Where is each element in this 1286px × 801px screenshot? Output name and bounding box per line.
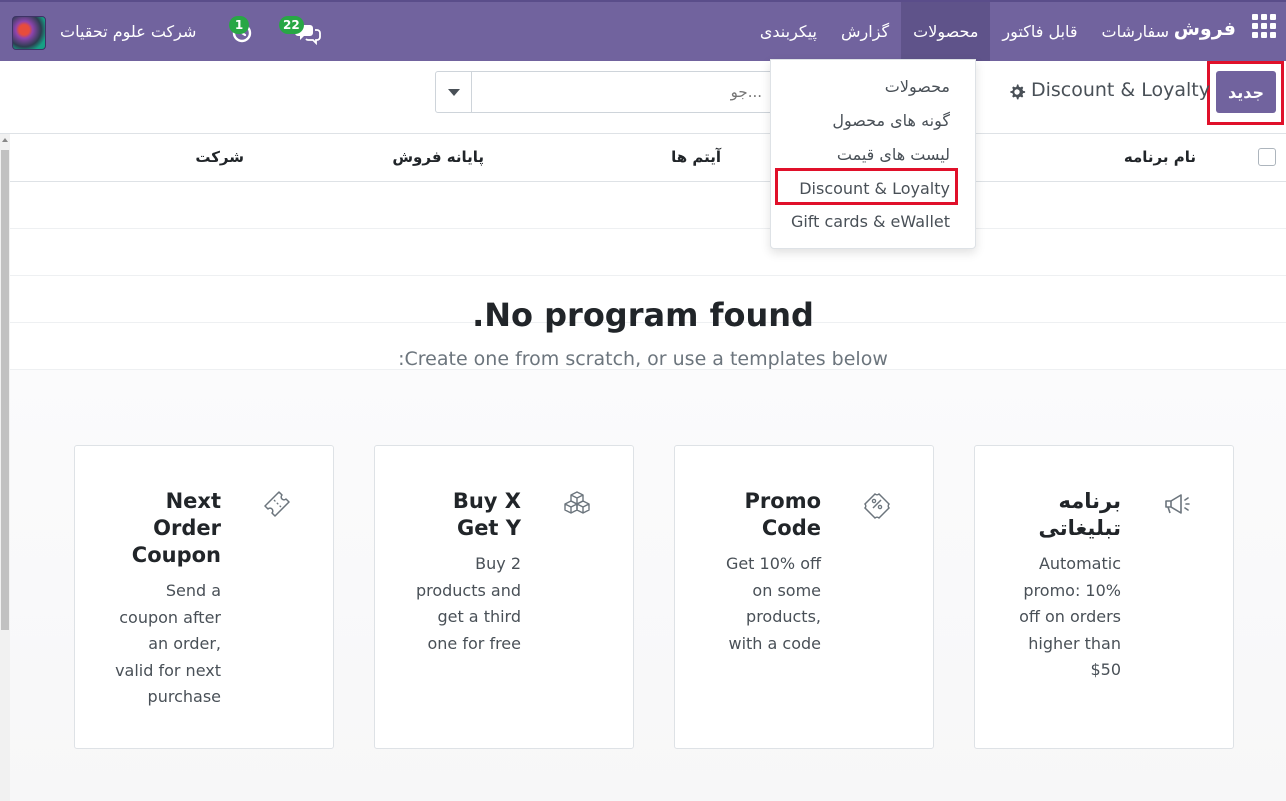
- select-all-checkbox[interactable]: [1258, 148, 1276, 166]
- products-dropdown-menu: محصولات گونه های محصول لیست های قیمت Dis…: [770, 59, 976, 249]
- dropdown-item-pricelists[interactable]: لیست های قیمت: [837, 145, 950, 164]
- app-menu-grid-icon[interactable]: [1252, 14, 1276, 38]
- user-avatar[interactable]: [12, 16, 46, 50]
- vertical-scrollbar[interactable]: [0, 134, 10, 801]
- empty-list-row: [0, 182, 1286, 229]
- menu-to-invoice[interactable]: قابل فاکتور: [990, 2, 1089, 61]
- search-box: [435, 71, 775, 113]
- main-menu: سفارشات قابل فاکتور محصولات گزارش پیکربن…: [748, 2, 1181, 61]
- cubes-icon: [564, 491, 590, 514]
- empty-state-title: .No program found: [472, 296, 814, 334]
- dropdown-item-products[interactable]: محصولات: [885, 77, 950, 96]
- template-card-title: Buy X Get Y: [452, 489, 521, 540]
- template-card-description: Buy 2 products and get a third one for f…: [415, 554, 521, 653]
- megaphone-icon: [1165, 494, 1190, 514]
- scroll-up-arrow-icon[interactable]: [2, 138, 8, 142]
- empty-list-row: [0, 229, 1286, 276]
- gear-icon[interactable]: [1008, 83, 1026, 101]
- dropdown-item-gift-cards[interactable]: Gift cards & eWallet: [791, 212, 950, 231]
- column-company[interactable]: شرکت: [195, 148, 244, 166]
- column-pos[interactable]: پایانه فروش: [392, 148, 484, 166]
- control-panel: جدید Discount & Loyalty: [0, 61, 1286, 134]
- menu-products[interactable]: محصولات: [901, 2, 991, 61]
- menu-reporting[interactable]: گزارش: [829, 2, 901, 61]
- company-switcher[interactable]: شرکت علوم تحقیات: [60, 22, 196, 41]
- search-options-toggle[interactable]: [436, 72, 472, 112]
- breadcrumb[interactable]: Discount & Loyalty: [1031, 79, 1210, 101]
- column-program-name[interactable]: نام برنامه: [1124, 148, 1196, 166]
- template-card-title: برنامه تبلیغاتی: [1038, 489, 1121, 540]
- search-input[interactable]: [472, 72, 772, 112]
- promo-ticket-icon: [863, 492, 891, 520]
- menu-configuration[interactable]: پیکربندی: [748, 2, 829, 61]
- top-navbar: فروش سفارشات قابل فاکتور محصولات گزارش پ…: [0, 0, 1286, 61]
- ticket-icon: [264, 491, 290, 517]
- template-card-next-order-coupon[interactable]: Next Order Coupon Send a coupon after an…: [74, 445, 334, 749]
- empty-state-subtitle: :Create one from scratch, or use a templ…: [398, 348, 888, 370]
- scrollbar-thumb[interactable]: [1, 150, 9, 630]
- app-brand[interactable]: فروش: [1174, 18, 1236, 40]
- template-card-description: Automatic promo: 10% off on orders highe…: [1019, 554, 1121, 679]
- template-card-promotion[interactable]: برنامه تبلیغاتی Automatic promo: 10% off…: [974, 445, 1234, 749]
- new-button-highlight: [1207, 61, 1284, 125]
- messages-count-badge: 22: [279, 16, 304, 34]
- dropdown-item-product-variants[interactable]: گونه های محصول: [832, 111, 950, 130]
- template-card-title: Next Order Coupon: [131, 489, 221, 567]
- activity-count-badge: 1: [229, 16, 249, 34]
- template-card-description: Send a coupon after an order, valid for …: [115, 581, 221, 706]
- caret-down-icon: [447, 88, 460, 96]
- template-card-description: Get 10% off on some products, with a cod…: [725, 554, 821, 653]
- list-header: نام برنامه آیتم ها پایانه فروش شرکت: [0, 134, 1286, 182]
- menu-orders[interactable]: سفارشات: [1090, 2, 1181, 61]
- template-card-title: Promo Code: [744, 489, 821, 540]
- discount-loyalty-highlight: [775, 168, 958, 205]
- template-card-buy-x-get-y[interactable]: Buy X Get Y Buy 2 products and get a thi…: [374, 445, 634, 749]
- column-items[interactable]: آیتم ها: [671, 148, 721, 166]
- template-card-promo-code[interactable]: Promo Code Get 10% off on some products,…: [674, 445, 934, 749]
